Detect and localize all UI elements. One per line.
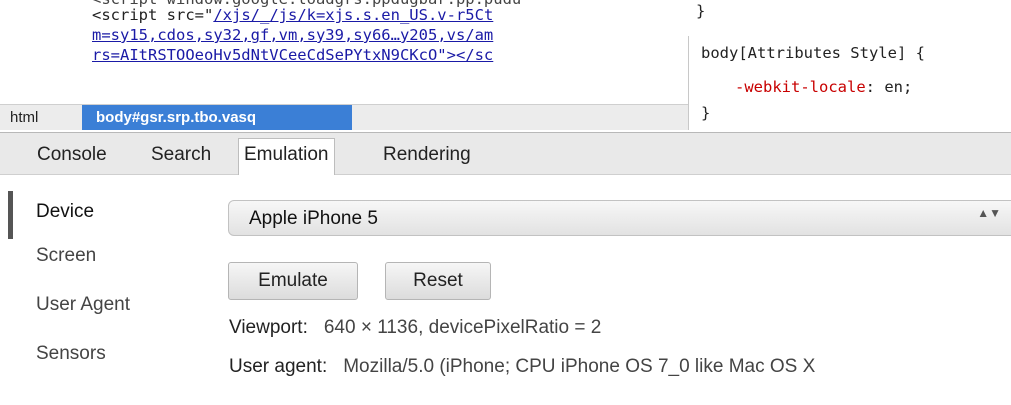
script-src-link[interactable]: /xjs/_/js/k=xjs.s.en_US.v-r5Ct (213, 6, 493, 24)
tab-rendering[interactable]: Rendering (378, 139, 476, 171)
styles-close-brace: } (696, 2, 706, 20)
user-agent-info: User agent: Mozilla/5.0 (iPhone; CPU iPho… (229, 356, 815, 378)
source-line: <script src="/xjs/_/js/k=xjs.s.en_US.v-r… (92, 4, 493, 26)
nav-item-user-agent[interactable]: User Agent (36, 294, 130, 316)
script-src-link[interactable]: m=sy15,cdos,sy32,gf,vm,sy39,sy66…y205,vs… (92, 26, 493, 44)
active-nav-indicator (8, 191, 13, 239)
css-property-value: : en; (865, 78, 913, 96)
css-selector[interactable]: body[Attributes Style] { (701, 44, 925, 62)
tab-emulation[interactable]: Emulation (238, 138, 335, 175)
viewport-info: Viewport: 640 × 1136, devicePixelRatio = … (229, 317, 601, 339)
user-agent-label: User agent: (229, 356, 328, 377)
device-select-value: Apple iPhone 5 (249, 208, 378, 229)
reset-button[interactable]: Reset (385, 262, 491, 300)
source-code-view[interactable]: <script window.google.loadgrs.ppdugbar.p… (0, 0, 692, 104)
emulate-button[interactable]: Emulate (228, 262, 358, 300)
source-line: rs=AItRSTOOeoHv5dNtVCeeCdSePYtxN9CKcO"><… (92, 44, 493, 66)
viewport-value: 640 × 1136, devicePixelRatio = 2 (323, 317, 602, 338)
select-arrows-icon: ▲▼ (977, 206, 1001, 220)
css-close-brace: } (701, 104, 711, 122)
breadcrumb-body[interactable]: body#gsr.srp.tbo.vasq (82, 105, 352, 130)
nav-item-sensors[interactable]: Sensors (36, 343, 106, 365)
css-declaration[interactable]: -webkit-locale: en; (735, 78, 912, 96)
nav-item-screen[interactable]: Screen (36, 245, 96, 267)
devtools-drawer: Console Search Emulation Rendering Devic… (0, 132, 1011, 405)
nav-item-device[interactable]: Device (36, 201, 94, 223)
tab-console[interactable]: Console (32, 139, 112, 171)
viewport-label: Viewport: (229, 317, 308, 338)
breadcrumb-html[interactable]: html (0, 105, 48, 130)
source-line: m=sy15,cdos,sy32,gf,vm,sy39,sy66…y205,vs… (92, 24, 493, 46)
user-agent-value: Mozilla/5.0 (iPhone; CPU iPhone OS 7_0 l… (343, 356, 816, 377)
tab-search[interactable]: Search (146, 139, 216, 171)
styles-pane: body[Attributes Style] { -webkit-locale:… (688, 36, 1011, 130)
source-tag: <script src=" (92, 6, 214, 24)
drawer-tab-bar: Console Search Emulation Rendering (0, 133, 1011, 175)
script-src-link[interactable]: rs=AItRSTOOeoHv5dNtVCeeCdSePYtxN9CKcO"><… (92, 46, 493, 64)
css-property-name: -webkit-locale (735, 78, 866, 96)
elements-panel: <script window.google.loadgrs.ppdugbar.p… (0, 0, 1011, 130)
device-select[interactable]: Apple iPhone 5 ▲▼ (228, 200, 1011, 236)
breadcrumb: html body#gsr.srp.tbo.vasq (0, 104, 688, 130)
